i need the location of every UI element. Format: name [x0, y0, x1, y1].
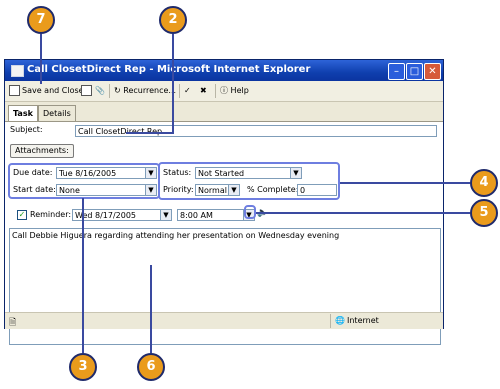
help-label: Help — [230, 86, 249, 95]
tab-task[interactable]: Task — [8, 105, 38, 122]
subject-label: Subject: — [10, 125, 43, 134]
reminder-date-field[interactable]: Wed 8/17/2005 ▼ — [72, 209, 172, 221]
notes-text: Call Debbie Higuera regarding attending … — [12, 231, 340, 240]
page-icon: 🗎 — [9, 318, 17, 328]
callout-2-line-horizontal — [126, 132, 174, 134]
callout-2: 2 — [159, 6, 187, 34]
statusbar-divider — [330, 314, 331, 328]
help-icon: ⓘ — [220, 86, 228, 95]
callout-4: 4 — [470, 169, 498, 197]
checkmark-icon: ✓ — [184, 86, 191, 95]
toolbar-separator — [179, 84, 180, 98]
print-button[interactable] — [81, 84, 94, 98]
internet-zone-icon: 🌐 — [335, 316, 345, 325]
callout-6-line — [150, 265, 152, 353]
attach-button[interactable]: 📎 — [95, 84, 105, 98]
internet-zone-label: Internet — [347, 316, 379, 325]
window-title: Call ClosetDirect Rep - Microsoft Intern… — [27, 64, 311, 75]
recurrence-label: Recurrence... — [123, 86, 177, 95]
callout-2-line — [172, 34, 174, 134]
delete-button[interactable]: ✖ — [200, 84, 207, 98]
reminder-date-value: Wed 8/17/2005 — [75, 211, 137, 220]
print-icon — [81, 85, 92, 96]
status-bar: 🗎 🌐 Internet — [5, 312, 443, 329]
minimize-button[interactable]: – — [388, 63, 405, 80]
recurrence-icon: ↻ — [114, 86, 121, 95]
paperclip-icon: 📎 — [95, 86, 105, 95]
tab-details[interactable]: Details — [38, 105, 76, 121]
save-and-close-label: Save and Close — [22, 86, 84, 95]
callout-3-line — [82, 198, 84, 353]
dates-highlight — [8, 163, 160, 199]
save-icon — [9, 85, 20, 96]
callout-7-line — [40, 34, 42, 84]
subject-input[interactable]: Call ClosetDirect Rep — [75, 125, 437, 137]
delete-x-icon: ✖ — [200, 86, 207, 95]
mark-complete-button[interactable]: ✓ — [184, 84, 191, 98]
callout-6: 6 — [137, 353, 165, 381]
close-button[interactable]: ✕ — [424, 63, 441, 80]
callout-5-line — [256, 212, 470, 214]
recurrence-button[interactable]: ↻ Recurrence... — [114, 84, 176, 98]
callout-4-line — [340, 182, 470, 184]
toolbar-separator — [215, 84, 216, 98]
status-priority-highlight — [158, 162, 340, 200]
task-app-icon — [11, 65, 24, 77]
callout-7: 7 — [27, 6, 55, 34]
toolbar-separator — [109, 84, 110, 98]
callout-3: 3 — [69, 353, 97, 381]
save-and-close-button[interactable]: Save and Close — [9, 84, 84, 98]
toolbar: Save and Close 📎 ↻ Recurrence... ✓ ✖ ⓘ H… — [5, 81, 443, 102]
chevron-down-icon[interactable]: ▼ — [160, 210, 171, 220]
maximize-button[interactable]: □ — [406, 63, 423, 80]
reminder-sound-highlight — [244, 205, 256, 219]
attachments-button[interactable]: Attachments: — [10, 144, 74, 158]
help-button[interactable]: ⓘ Help — [220, 84, 249, 98]
reminder-checkbox[interactable]: ✓ — [17, 210, 27, 220]
reminder-time-value: 8:00 AM — [180, 211, 213, 220]
title-bar[interactable]: Call ClosetDirect Rep - Microsoft Intern… — [5, 60, 443, 81]
task-form: Subject: Call ClosetDirect Rep Attachmen… — [5, 121, 443, 345]
reminder-label: Reminder: — [30, 210, 72, 219]
callout-5: 5 — [470, 199, 498, 227]
